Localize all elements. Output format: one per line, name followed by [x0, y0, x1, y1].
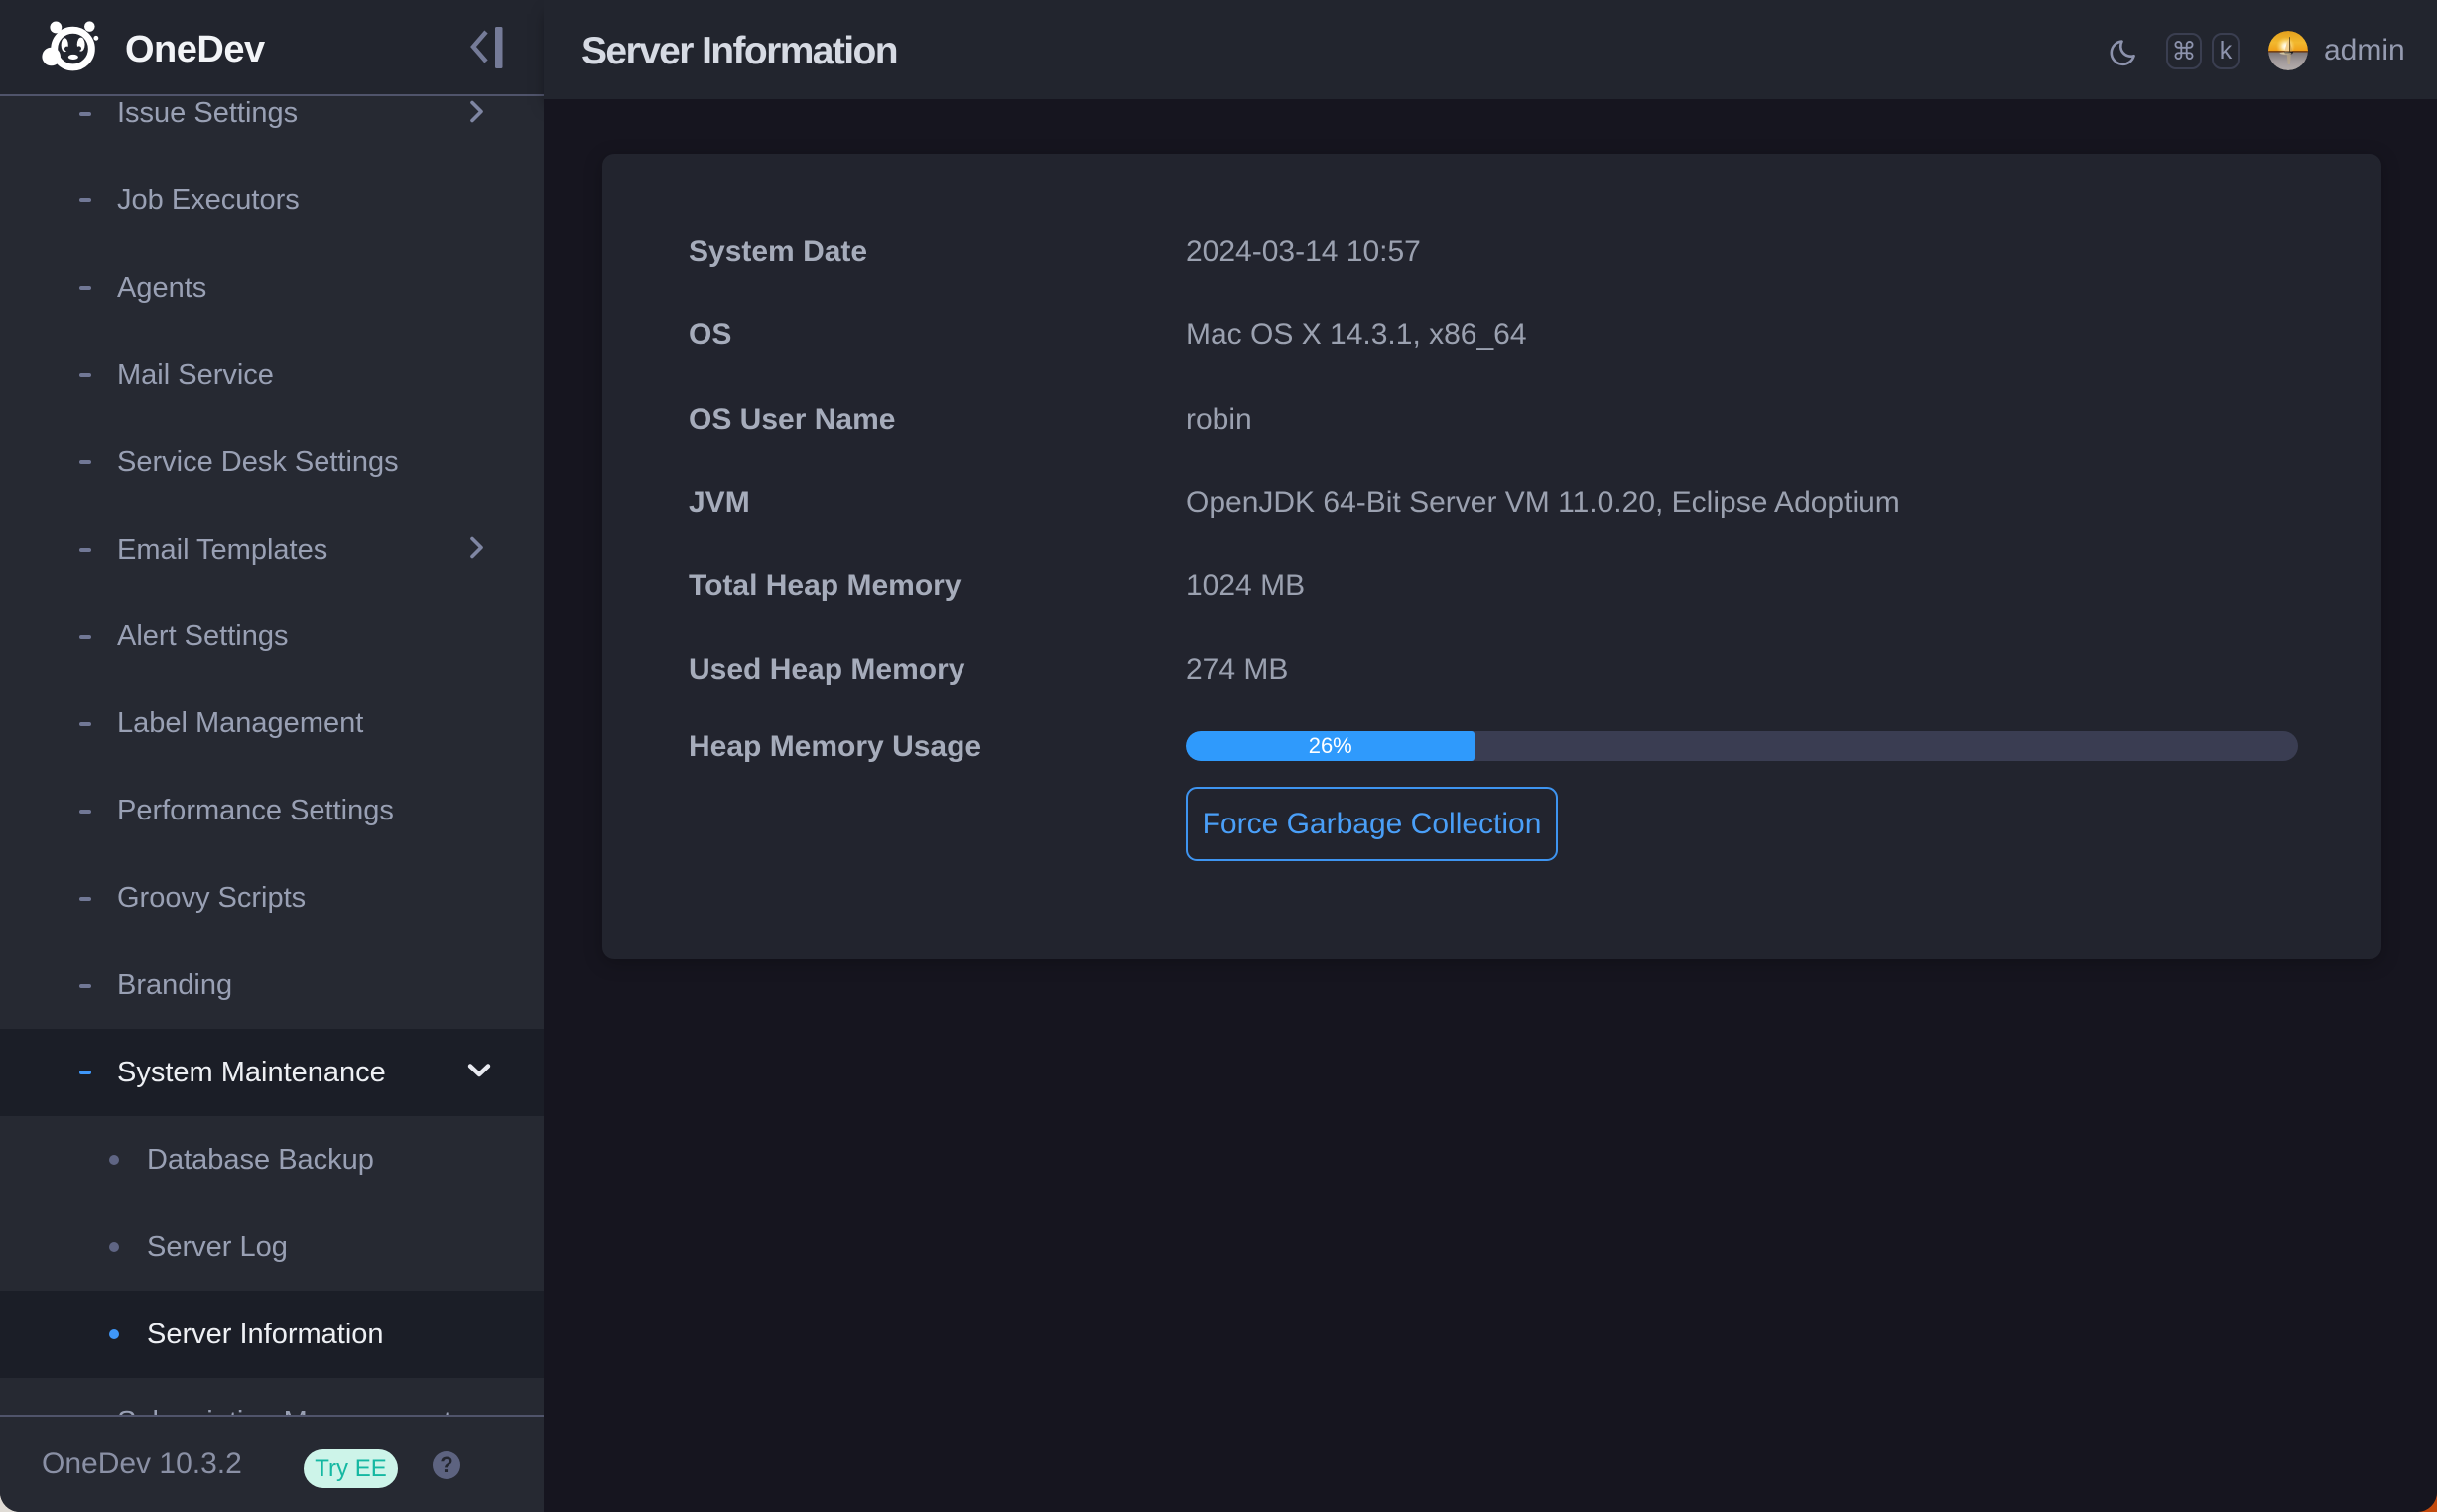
sidebar-header: OneDev — [0, 0, 544, 96]
sidebar-menu: Issue Settings Job Executors Agents Mail… — [0, 98, 544, 1415]
onedev-logo-icon — [42, 19, 103, 80]
sidebar-item-label: Label Management — [117, 707, 363, 740]
k-key-badge[interactable]: k — [2212, 33, 2240, 69]
sidebar-item-label: Issue Settings — [117, 98, 298, 130]
info-label: Total Heap Memory — [689, 569, 962, 603]
sidebar-item-service-desk-settings[interactable]: Service Desk Settings — [0, 419, 544, 506]
sidebar-item-agents[interactable]: Agents — [0, 244, 544, 331]
sidebar-item-label: Groovy Scripts — [117, 882, 306, 915]
sidebar-item-performance-settings[interactable]: Performance Settings — [0, 768, 544, 855]
chevron-right-icon — [466, 535, 486, 566]
sidebar-item-label: Agents — [117, 272, 206, 305]
sidebar-item-label: Service Desk Settings — [117, 446, 399, 479]
sidebar-item-branding[interactable]: Branding — [0, 943, 544, 1030]
avatar[interactable] — [2268, 31, 2308, 70]
dark-mode-toggle-icon[interactable] — [2110, 39, 2136, 71]
sidebar-item-server-information[interactable]: Server Information — [0, 1291, 544, 1378]
version-label: OneDev 10.3.2 — [42, 1448, 242, 1481]
dash-icon — [79, 373, 91, 377]
info-value: 274 MB — [1186, 653, 1288, 687]
sidebar-item-label: Mail Service — [117, 359, 274, 392]
sidebar-item-label: Job Executors — [117, 185, 300, 217]
heap-usage-label: Heap Memory Usage — [689, 730, 981, 764]
dash-icon — [79, 286, 91, 290]
collapse-sidebar-button[interactable] — [462, 22, 510, 73]
sidebar-item-mail-service[interactable]: Mail Service — [0, 331, 544, 419]
chevron-down-icon — [466, 1062, 492, 1084]
sidebar-item-label: Database Backup — [147, 1144, 374, 1177]
dash-icon — [79, 548, 91, 552]
sidebar-item-system-maintenance[interactable]: System Maintenance — [0, 1029, 544, 1116]
try-ee-badge[interactable]: Try EE — [304, 1449, 398, 1488]
sidebar: OneDev Issue Settings Job Executors — [0, 0, 544, 1512]
onedev-window: OneDev Issue Settings Job Executors — [0, 0, 2437, 1512]
dash-icon — [79, 1071, 91, 1074]
sidebar-item-job-executors[interactable]: Job Executors — [0, 157, 544, 244]
main-content: System Date 2024-03-14 10:57 OS Mac OS X… — [544, 99, 2437, 1512]
bullet-icon — [109, 1329, 119, 1339]
info-row: JVM OpenJDK 64-Bit Server VM 11.0.20, Ec… — [602, 461, 2381, 545]
sidebar-footer: OneDev 10.3.2 Try EE ? — [0, 1415, 544, 1512]
user-name[interactable]: admin — [2324, 34, 2405, 67]
sidebar-item-subscription-management[interactable]: Subscription Management — [0, 1378, 544, 1415]
force-garbage-collection-button[interactable]: Force Garbage Collection — [1186, 787, 1558, 861]
dash-icon — [79, 635, 91, 639]
heap-usage-percent: 26% — [1309, 733, 1352, 759]
dash-icon — [79, 722, 91, 726]
info-row: Total Heap Memory 1024 MB — [602, 545, 2381, 628]
info-row: System Date 2024-03-14 10:57 — [602, 210, 2381, 294]
info-label: Used Heap Memory — [689, 653, 964, 687]
info-value: OpenJDK 64-Bit Server VM 11.0.20, Eclips… — [1186, 486, 1900, 520]
sidebar-item-label: Server Information — [147, 1319, 384, 1351]
info-row: OS User Name robin — [602, 378, 2381, 461]
sidebar-item-label: Email Templates — [117, 534, 327, 567]
cmd-key-badge[interactable]: ⌘ — [2166, 33, 2202, 69]
help-button[interactable]: ? — [433, 1451, 460, 1479]
heap-usage-progress-fill: 26% — [1186, 731, 1475, 761]
server-info-card: System Date 2024-03-14 10:57 OS Mac OS X… — [602, 154, 2381, 959]
info-value: Mac OS X 14.3.1, x86_64 — [1186, 318, 1527, 352]
sidebar-item-issue-settings[interactable]: Issue Settings — [0, 98, 544, 158]
dash-icon — [79, 112, 91, 116]
info-row: OS Mac OS X 14.3.1, x86_64 — [602, 294, 2381, 377]
page-title: Server Information — [581, 30, 897, 73]
info-value: robin — [1186, 403, 1252, 437]
bullet-icon — [109, 1242, 119, 1252]
sidebar-item-label: Branding — [117, 969, 232, 1002]
brand[interactable]: OneDev — [42, 21, 265, 78]
topbar: Server Information — [544, 0, 2437, 99]
sidebar-item-alert-settings[interactable]: Alert Settings — [0, 593, 544, 681]
sidebar-item-label-management[interactable]: Label Management — [0, 681, 544, 768]
dash-icon — [79, 460, 91, 464]
heap-usage-progress-bar: 26% — [1186, 731, 2298, 761]
sidebar-item-email-templates[interactable]: Email Templates — [0, 506, 544, 593]
dash-icon — [79, 984, 91, 988]
dash-icon — [79, 897, 91, 901]
sidebar-item-label: Alert Settings — [117, 620, 288, 653]
info-label: System Date — [689, 235, 867, 269]
dash-icon — [79, 810, 91, 814]
sidebar-item-label: Performance Settings — [117, 795, 394, 827]
sidebar-item-label: System Maintenance — [117, 1057, 386, 1089]
sidebar-item-label: Server Log — [147, 1231, 288, 1264]
sidebar-item-label: Subscription Management — [117, 1406, 451, 1416]
info-label: OS — [689, 318, 731, 352]
sidebar-item-groovy-scripts[interactable]: Groovy Scripts — [0, 855, 544, 943]
info-label: OS User Name — [689, 403, 895, 437]
info-value: 2024-03-14 10:57 — [1186, 235, 1421, 269]
brand-name: OneDev — [125, 29, 265, 71]
info-label: JVM — [689, 486, 750, 520]
bullet-icon — [109, 1155, 119, 1165]
dash-icon — [79, 198, 91, 202]
info-value: 1024 MB — [1186, 569, 1305, 603]
info-row: Used Heap Memory 274 MB — [602, 628, 2381, 711]
sidebar-item-server-log[interactable]: Server Log — [0, 1203, 544, 1291]
sidebar-item-database-backup[interactable]: Database Backup — [0, 1116, 544, 1203]
chevron-right-icon — [466, 98, 486, 129]
